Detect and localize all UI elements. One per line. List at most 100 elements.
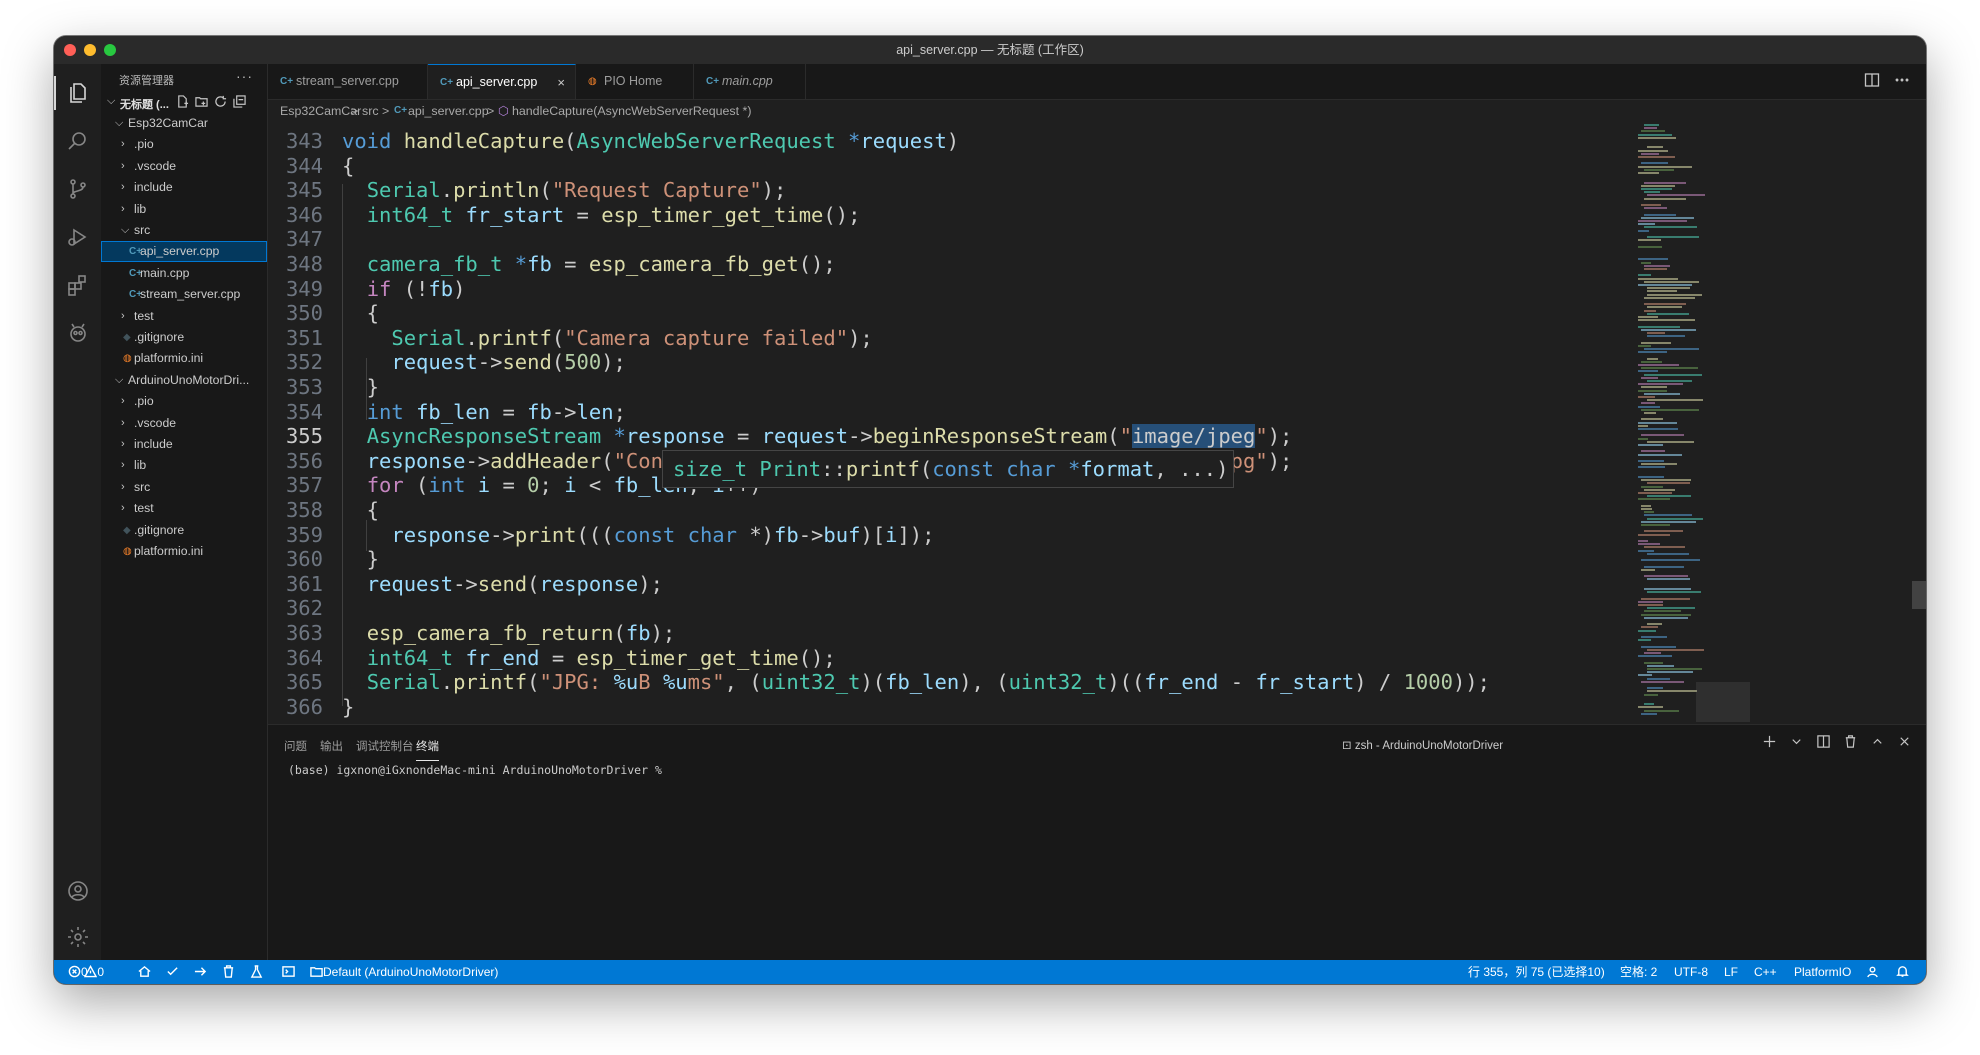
close-panel-icon[interactable] <box>1897 734 1912 754</box>
minimap-line <box>1644 124 1659 126</box>
code-text: } <box>342 694 355 719</box>
tree-item[interactable]: C+ api_server.cpp <box>101 241 267 263</box>
tab-terminal[interactable]: 终端 <box>416 738 439 761</box>
maximize-window-button[interactable] <box>104 44 116 56</box>
tree-item[interactable]: C+ main.cpp <box>101 263 267 284</box>
new-folder-icon[interactable] <box>195 95 208 108</box>
workspace-header[interactable]: ⌵ 无标题 (... <box>101 93 267 113</box>
search-icon[interactable] <box>54 118 101 164</box>
minimap-line <box>1644 197 1686 200</box>
tree-item[interactable]: ⌵ Esp32CamCar <box>101 113 267 134</box>
line-ending[interactable]: LF <box>1724 960 1738 984</box>
tab-pio-home[interactable]: ◍ PIO Home <box>576 64 694 99</box>
minimap-line <box>1647 677 1670 680</box>
problems-indicator[interactable]: 0 0 <box>68 960 104 984</box>
minimap-line <box>1641 261 1651 264</box>
editor-scrollbar[interactable] <box>1912 581 1926 609</box>
indent-guide <box>366 358 367 420</box>
breadcrumb-src[interactable]: src <box>362 100 379 122</box>
encoding[interactable]: UTF-8 <box>1674 960 1708 984</box>
breadcrumb-folder[interactable]: Esp32CamCar <box>280 100 361 122</box>
split-terminal-icon[interactable] <box>1816 734 1831 754</box>
tree-item[interactable]: ⌵ ArduinoUnoMotorDri... <box>101 370 267 391</box>
tree-item[interactable]: C+ stream_server.cpp <box>101 284 267 305</box>
chevron-down-icon[interactable] <box>1789 734 1804 754</box>
more-actions-icon[interactable] <box>1894 72 1910 93</box>
indentation[interactable]: 空格: 2 <box>1620 960 1657 984</box>
new-file-icon[interactable] <box>176 95 189 108</box>
cpp-file-icon: C+ <box>394 105 408 116</box>
tree-item[interactable]: › .vscode <box>101 413 267 434</box>
account-icon[interactable] <box>54 868 101 914</box>
refresh-icon[interactable] <box>214 95 227 108</box>
live-share-icon[interactable] <box>1866 960 1879 984</box>
chevron-right-icon: › <box>121 438 125 450</box>
tab-output[interactable]: 输出 <box>320 738 343 760</box>
minimize-window-button[interactable] <box>84 44 96 56</box>
tab-api-server[interactable]: C+ api_server.cpp × <box>428 64 576 99</box>
tree-item[interactable]: ◆ .gitignore <box>101 327 267 348</box>
upload-arrow-icon[interactable] <box>194 960 207 984</box>
source-control-icon[interactable] <box>54 166 101 212</box>
minimap-line <box>1647 690 1697 693</box>
trash-icon[interactable] <box>1843 734 1858 754</box>
tree-item[interactable]: › test <box>101 498 267 519</box>
minimap-line <box>1644 296 1695 299</box>
breadcrumb-symbol[interactable]: handleCapture(AsyncWebServerRequest *) <box>512 100 751 122</box>
clean-trash-icon[interactable] <box>222 960 235 984</box>
explorer-more-button[interactable]: ··· <box>236 68 253 84</box>
tree-item[interactable]: › .pio <box>101 134 267 155</box>
serial-monitor-icon[interactable] <box>282 960 295 984</box>
code-line: 366} <box>268 692 1768 723</box>
minimap-line <box>1638 239 1661 242</box>
tree-item[interactable]: ◍ platformio.ini <box>101 541 267 562</box>
tree-item[interactable]: ◍ platformio.ini <box>101 348 267 369</box>
terminal-selector[interactable]: ⊡ zsh - ArduinoUnoMotorDriver <box>1342 738 1503 752</box>
minimap-line <box>1647 623 1662 626</box>
language-mode[interactable]: C++ <box>1754 960 1777 984</box>
tree-item[interactable]: › include <box>101 434 267 455</box>
pio-home-icon[interactable] <box>138 960 151 984</box>
minimap-slider[interactable] <box>1696 682 1750 722</box>
tree-item[interactable]: › lib <box>101 455 267 476</box>
new-terminal-icon[interactable] <box>1762 734 1777 754</box>
collapse-all-icon[interactable] <box>233 95 246 108</box>
terminal-prompt[interactable]: (base) igxnon@iGxnondeMac-mini ArduinoUn… <box>288 763 662 777</box>
tab-debug-console[interactable]: 调试控制台 <box>356 738 414 760</box>
minimap[interactable] <box>1634 122 1744 724</box>
tree-item[interactable]: › .vscode <box>101 156 267 177</box>
split-editor-icon[interactable] <box>1864 72 1880 93</box>
tree-item[interactable]: › src <box>101 477 267 498</box>
tab-problems[interactable]: 问题 <box>284 738 307 760</box>
maximize-panel-icon[interactable] <box>1870 734 1885 754</box>
tree-item[interactable]: › lib <box>101 199 267 220</box>
notifications-bell-icon[interactable] <box>1896 960 1909 984</box>
extensions-icon[interactable] <box>54 262 101 308</box>
code-editor[interactable]: 343 void handleCapture(AsyncWebServerRequ… <box>268 122 1926 724</box>
close-tab-icon[interactable]: × <box>557 65 565 100</box>
minimap-line <box>1641 130 1665 133</box>
minimap-line <box>1641 408 1699 411</box>
minimap-line <box>1644 693 1658 696</box>
tab-main-cpp[interactable]: C+ main.cpp <box>694 64 806 99</box>
tree-item[interactable]: › .pio <box>101 391 267 412</box>
platformio-icon[interactable] <box>54 310 101 356</box>
tree-item[interactable]: › test <box>101 306 267 327</box>
minimap-line <box>1644 703 1654 706</box>
explorer-icon[interactable] <box>54 70 101 116</box>
minimap-line <box>1644 373 1702 376</box>
platformio-status[interactable]: PlatformIO <box>1794 960 1851 984</box>
title-bar: api_server.cpp — 无标题 (工作区) <box>54 36 1926 65</box>
tree-item[interactable]: ⌵ src <box>101 220 267 241</box>
tree-item[interactable]: ◆ .gitignore <box>101 520 267 541</box>
tree-item[interactable]: › include <box>101 177 267 198</box>
build-check-icon[interactable] <box>166 960 179 984</box>
settings-gear-icon[interactable] <box>54 914 101 960</box>
close-window-button[interactable] <box>64 44 76 56</box>
run-debug-icon[interactable] <box>54 214 101 260</box>
tab-stream-server[interactable]: C+ stream_server.cpp <box>268 64 428 99</box>
project-env-selector[interactable]: Default (ArduinoUnoMotorDriver) <box>310 960 498 984</box>
cursor-position[interactable]: 行 355，列 75 (已选择10) <box>1468 960 1605 984</box>
test-flask-icon[interactable] <box>250 960 263 984</box>
breadcrumb-file[interactable]: api_server.cpp <box>408 100 489 122</box>
